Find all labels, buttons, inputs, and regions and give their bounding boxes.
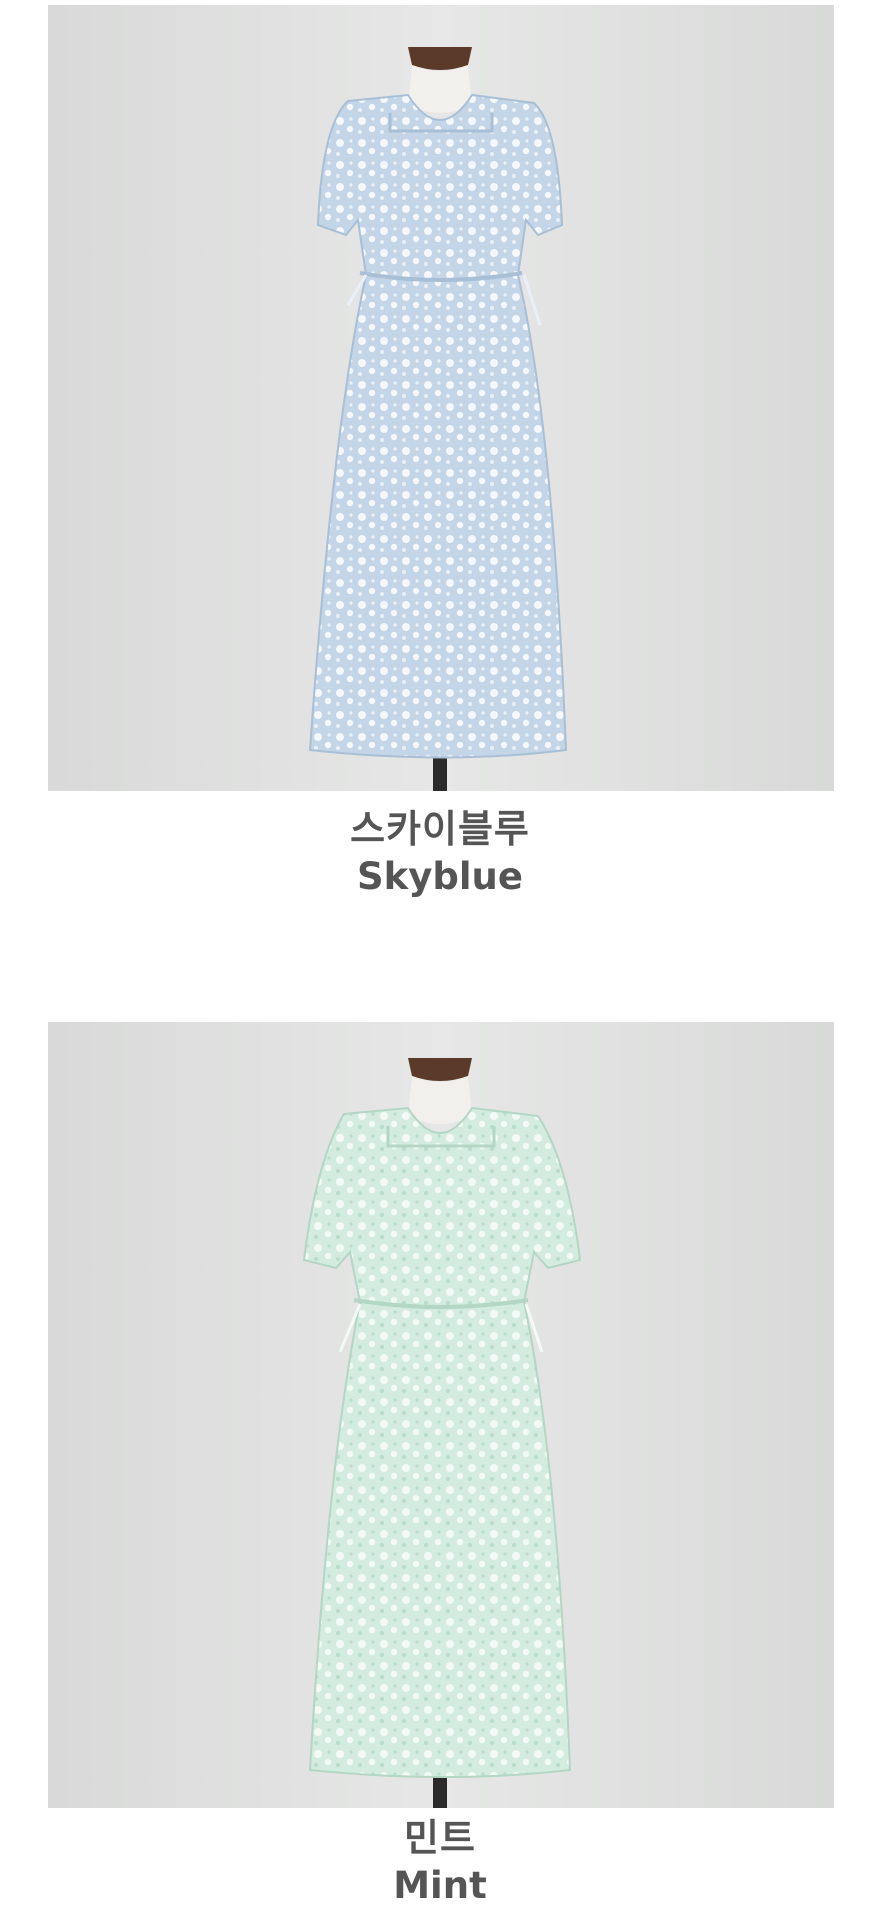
dress-image xyxy=(48,1022,834,1808)
color-name-korean: 민트 xyxy=(404,1816,476,1860)
color-name-english: Skyblue xyxy=(357,855,523,898)
dress-image xyxy=(48,5,834,791)
product-photo-skyblue xyxy=(48,5,834,791)
product-caption-mint: 민트 Mint xyxy=(0,1814,880,1910)
color-name-korean: 스카이블루 xyxy=(350,807,530,851)
product-caption-skyblue: 스카이블루 Skyblue xyxy=(0,805,880,901)
color-name-english: Mint xyxy=(393,1864,487,1907)
product-photo-mint xyxy=(48,1022,834,1808)
